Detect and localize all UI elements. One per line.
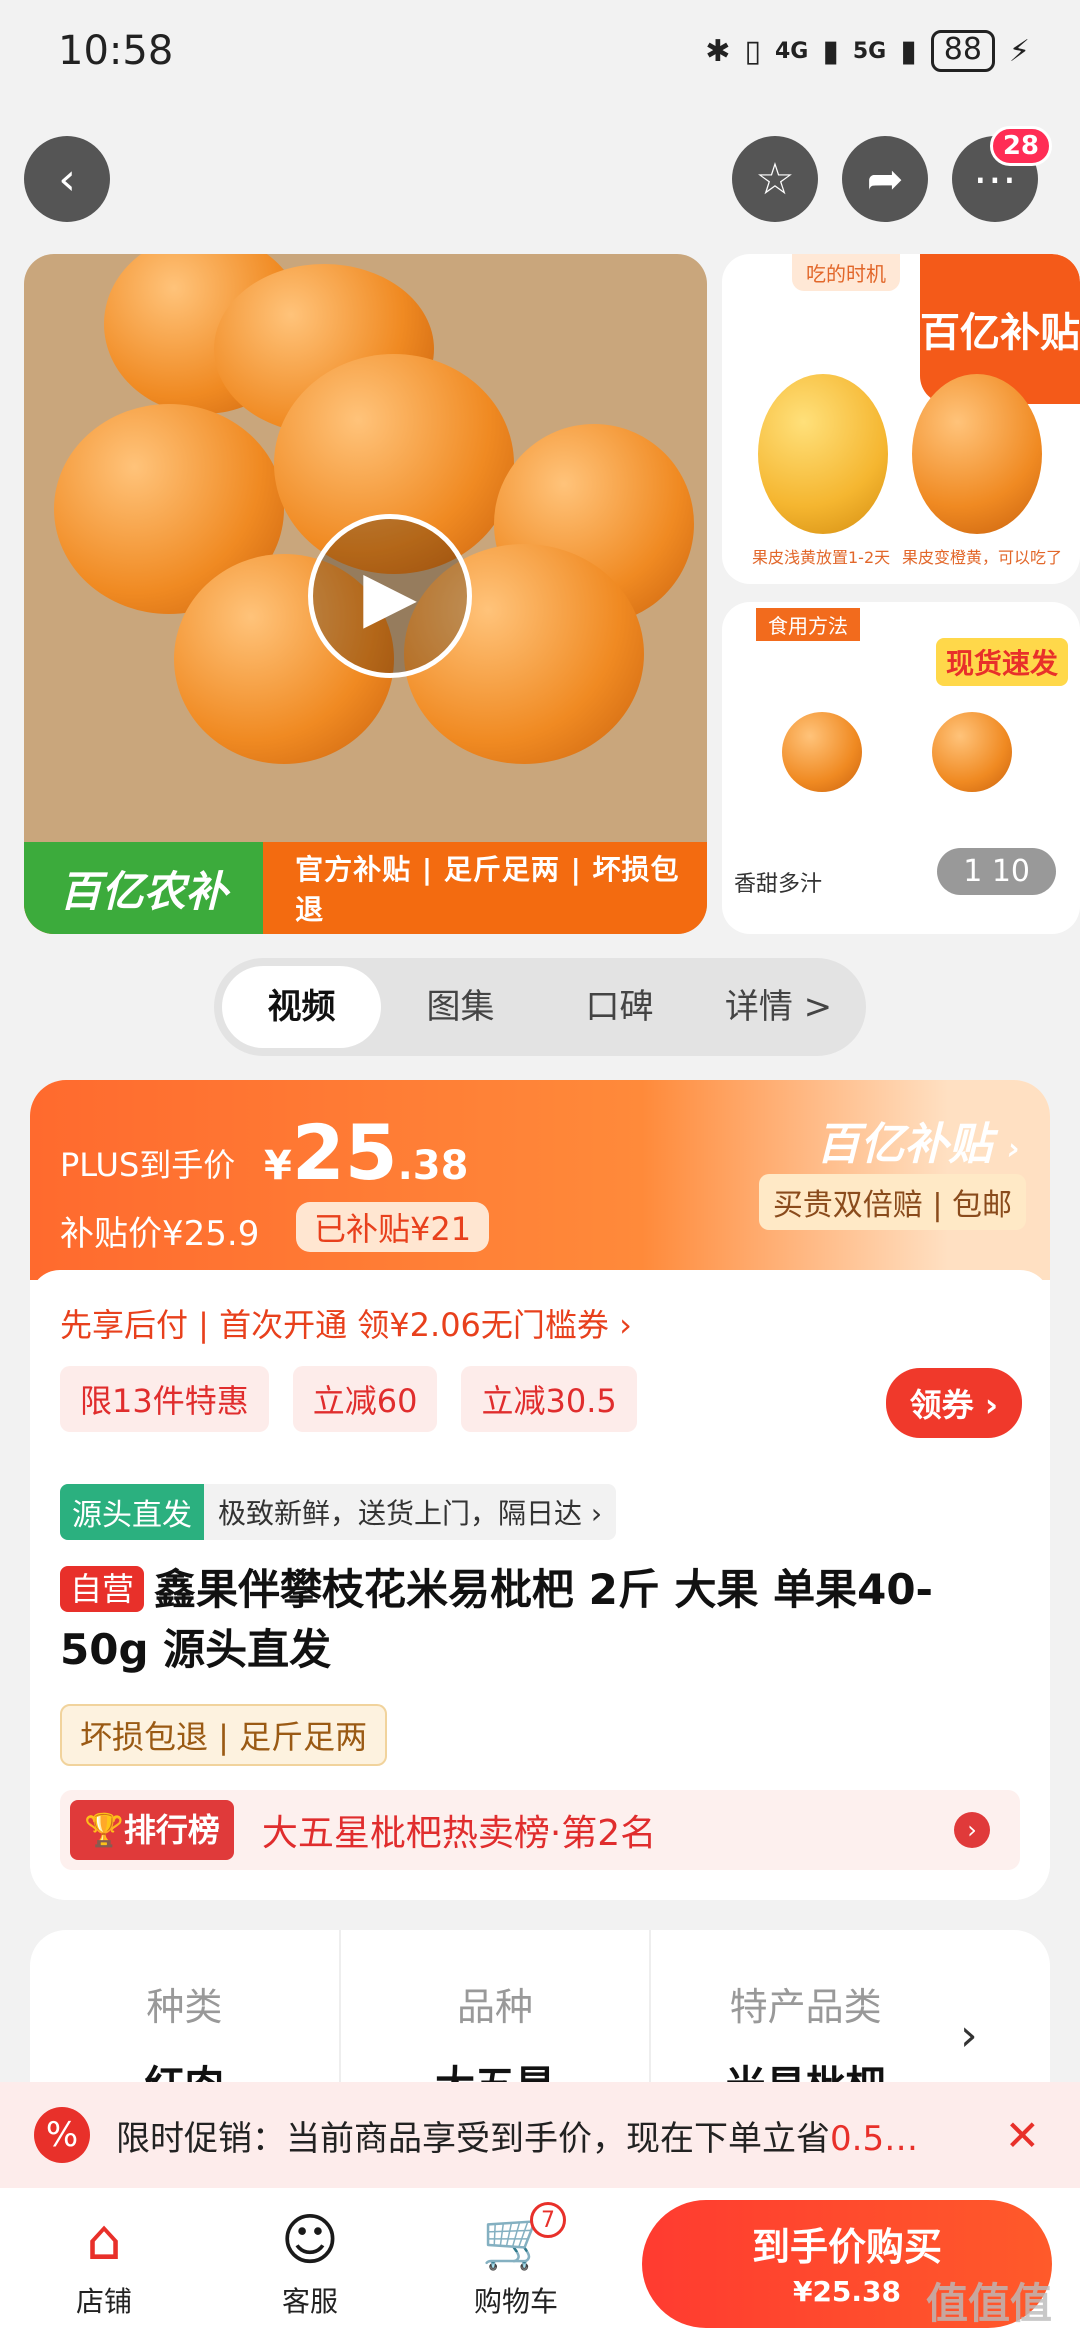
- status-time: 10:58: [58, 28, 174, 74]
- price-decimal: .38: [397, 1143, 469, 1189]
- star-icon: ☆: [755, 153, 795, 205]
- price-integer: 25: [291, 1108, 398, 1197]
- percent-icon: %: [34, 2107, 90, 2163]
- plus-price: ¥25.38: [264, 1108, 468, 1197]
- source-text: 极致新鲜，送货上门，隔日达 ›: [218, 1497, 603, 1530]
- brand-tag: 买贵双倍赔 | 包邮: [758, 1174, 1026, 1230]
- network-5g: 5G: [852, 38, 887, 64]
- tab-reviews[interactable]: 口碑: [540, 966, 699, 1048]
- coupon-label: 领券: [909, 1386, 974, 1424]
- discount-chip[interactable]: 限13件特惠: [60, 1366, 269, 1432]
- favorite-button[interactable]: ☆: [732, 136, 818, 222]
- gallery-banner: 百亿农补 官方补贴 | 足斤足两 | 坏损包退: [24, 842, 707, 934]
- status-bar: 10:58 ✱ ▯ 4G ▮ 5G ▮ 88 ⚡: [0, 0, 1080, 110]
- close-icon[interactable]: ✕: [1005, 2111, 1040, 2160]
- fruit-image: [912, 374, 1042, 534]
- subsidy-badge: 已补贴¥21: [296, 1202, 490, 1252]
- shop-label: 店铺: [75, 2285, 132, 2318]
- thumbnail-1[interactable]: 吃的时机 百亿补贴 果皮浅黄放置1-2天 果皮变橙黄，可以吃了: [722, 254, 1080, 584]
- cart-label: 购物车: [473, 2285, 558, 2318]
- image-counter: 1 10: [937, 848, 1056, 895]
- ranking-text: 大五星枇杷热卖榜·第2名: [261, 1813, 657, 1854]
- source-tag: 源头直发: [60, 1484, 204, 1540]
- subsidy-brand[interactable]: 百亿补贴 ›: [816, 1108, 1020, 1172]
- battery-level: 88: [930, 30, 995, 72]
- tab-video[interactable]: 视频: [222, 966, 381, 1048]
- vibrate-icon: ▯: [744, 33, 761, 69]
- thumb-badge: 现货速发: [936, 638, 1069, 686]
- share-button[interactable]: ➦: [842, 136, 928, 222]
- shop-icon: ⌂: [86, 2208, 122, 2273]
- chevron-right-icon: ›: [1007, 1132, 1020, 1167]
- price-yen: ¥: [264, 1143, 292, 1189]
- attribute-key: 种类: [146, 1985, 223, 2029]
- thumb-tag: 香甜多汁: [726, 862, 831, 902]
- thumb-caption-right: 果皮变橙黄，可以吃了: [902, 548, 1063, 567]
- chevron-right-icon[interactable]: ›: [960, 2010, 978, 2061]
- source-direct-row[interactable]: 源头直发 极致新鲜，送货上门，隔日达 ›: [60, 1484, 617, 1540]
- back-button[interactable]: ‹: [24, 136, 110, 222]
- chat-smile-icon: ☺: [280, 2208, 340, 2273]
- signal-icon: ▮: [822, 33, 839, 69]
- signal-icon: ▮: [900, 33, 917, 69]
- plus-price-label: PLUS到手价: [60, 1146, 236, 1184]
- product-title-block: 自营 鑫果伴攀枝花米易枇杷 2斤 大果 单果40-50g 源头直发: [60, 1560, 1020, 1680]
- banner-logo: 百亿农补: [24, 842, 264, 934]
- fruit-image: [758, 374, 888, 534]
- attribute-key: 特产品类: [729, 1985, 882, 2029]
- ranking-row[interactable]: 🏆排行榜 大五星枇杷热卖榜·第2名 ›: [60, 1790, 1020, 1870]
- banner-tags: 官方补贴 | 足斤足两 | 坏损包退: [295, 853, 680, 926]
- pay-later-offer[interactable]: 先享后付 | 首次开通 领¥2.06无门槛券 ›: [60, 1300, 632, 1346]
- customer-service-button[interactable]: ☺ 客服: [240, 2206, 380, 2320]
- chevron-right-icon: ›: [954, 1812, 990, 1848]
- cart-count-badge: 7: [530, 2202, 566, 2238]
- buy-label: 到手价购买: [751, 2225, 942, 2269]
- more-button[interactable]: ⋯ 28: [952, 126, 1052, 222]
- promo-bar[interactable]: % 限时促销：当前商品享受到手价，现在下单立省0.5… ✕: [0, 2082, 1080, 2188]
- attribute-key: 品种: [457, 1985, 534, 2029]
- notification-badge: 28: [989, 126, 1052, 166]
- subsidy-brand-text: 百亿补贴: [816, 1119, 993, 1170]
- tab-gallery[interactable]: 图集: [381, 966, 540, 1048]
- promo-text: 限时促销：当前商品享受到手价，现在下单立省0.5…: [116, 2111, 1005, 2160]
- subsidy-price: 补贴价¥25.9: [60, 1214, 260, 1254]
- shop-button[interactable]: ⌂ 店铺: [34, 2206, 174, 2320]
- trophy-icon: 🏆: [84, 1811, 124, 1849]
- chevron-left-icon: ‹: [58, 153, 76, 205]
- watermark: 值值值: [926, 2279, 1053, 2328]
- price-card: PLUS到手价 ¥25.38 补贴价¥25.9 已补贴¥21 百亿补贴 › 买贵…: [30, 1080, 1050, 1900]
- ranking-tag: 🏆排行榜: [70, 1800, 234, 1860]
- promo-highlight: 0.5…: [830, 2118, 919, 2159]
- price-header: PLUS到手价 ¥25.38 补贴价¥25.9 已补贴¥21 百亿补贴 › 买贵…: [30, 1080, 1050, 1280]
- play-button[interactable]: ▶: [308, 514, 472, 678]
- chevron-right-icon: ›: [984, 1386, 998, 1424]
- discount-chip[interactable]: 立减60: [292, 1366, 438, 1432]
- discount-chips: 限13件特惠 立减60 立减30.5: [60, 1366, 637, 1432]
- product-title: 鑫果伴攀枝花米易枇杷 2斤 大果 单果40-50g 源头直发: [60, 1565, 933, 1674]
- guarantee-tag: 坏损包退 | 足斤足两: [60, 1704, 388, 1766]
- get-coupon-button[interactable]: 领券 ›: [885, 1368, 1022, 1438]
- media-tabs: 视频 图集 口碑 详情 >: [214, 958, 866, 1056]
- thumb-title: 吃的时机: [792, 254, 900, 291]
- status-icons: ✱ ▯ 4G ▮ 5G ▮ 88 ⚡: [705, 30, 1030, 72]
- service-label: 客服: [281, 2285, 338, 2318]
- promo-message: 限时促销：当前商品享受到手价，现在下单立省: [116, 2118, 830, 2159]
- price-body: 先享后付 | 首次开通 领¥2.06无门槛券 › 限13件特惠 立减60 立减3…: [30, 1270, 1050, 1900]
- fruit-image: [782, 712, 862, 792]
- ranking-tag-label: 排行榜: [123, 1811, 220, 1849]
- charging-icon: ⚡: [1008, 33, 1030, 69]
- self-operated-badge: 自营: [60, 1566, 145, 1612]
- discount-chip[interactable]: 立减30.5: [461, 1366, 637, 1432]
- network-4g: 4G: [774, 38, 809, 64]
- tab-details[interactable]: 详情 >: [699, 966, 858, 1048]
- product-video[interactable]: ▶ 百亿农补 官方补贴 | 足斤足两 | 坏损包退: [24, 254, 707, 934]
- thumb-caption-left: 果皮浅黄放置1-2天: [752, 548, 891, 567]
- play-icon: ▶: [363, 555, 417, 637]
- share-icon: ➦: [866, 153, 904, 205]
- bluetooth-icon: ✱: [705, 33, 731, 69]
- fruit-image: [932, 712, 1012, 792]
- thumb-title: 食用方法: [756, 608, 860, 641]
